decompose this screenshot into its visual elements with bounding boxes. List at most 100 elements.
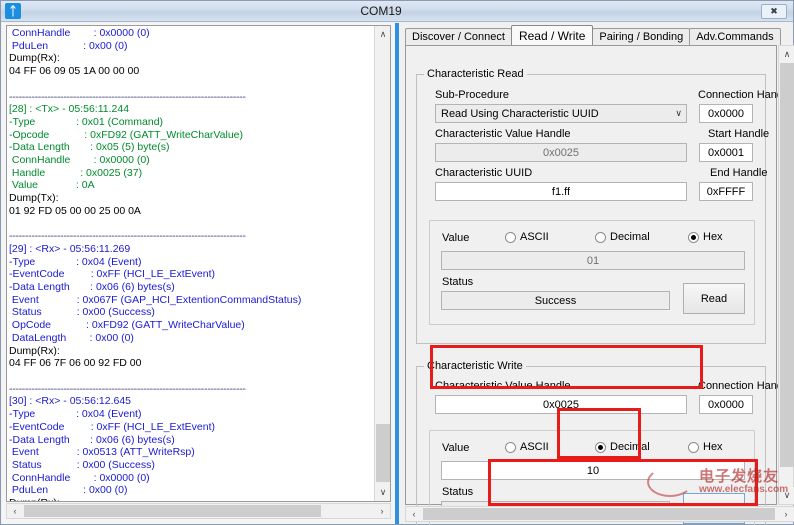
log-vertical-scrollbar[interactable]: ∧ ∨: [374, 26, 390, 501]
read-radio-decimal[interactable]: Decimal: [595, 231, 650, 243]
panel-vertical-scrollbar[interactable]: ∧ ∨: [778, 45, 794, 505]
start-handle-field[interactable]: 0x0001: [699, 143, 753, 162]
log-line: [9, 370, 373, 383]
log-line: Dump(Rx):: [9, 52, 373, 65]
write-status-label: Status: [442, 486, 473, 498]
log-line: PduLen : 0x00 (0): [9, 484, 373, 497]
log-line: [28] : <Tx> - 05:56:11.244: [9, 103, 373, 116]
control-panel: Discover / Connect Read / Write Pairing …: [400, 23, 793, 524]
write-radio-hex[interactable]: Hex: [688, 441, 723, 453]
watermark-url: www.elecfans.com: [699, 484, 788, 495]
read-radio-hex-label: Hex: [703, 231, 723, 243]
panel-splitter[interactable]: [395, 23, 399, 524]
write-char-value-handle-label: Characteristic Value Handle: [435, 380, 571, 392]
read-char-value-handle-field[interactable]: 0x0025: [435, 143, 687, 162]
tab-read-write[interactable]: Read / Write: [511, 25, 593, 45]
read-value-status-box: Value ASCII Decimal Hex 01 Status: [429, 220, 755, 325]
close-button[interactable]: ✖: [761, 4, 787, 19]
read-radio-ascii[interactable]: ASCII: [505, 231, 549, 243]
log-line: -Opcode : 0xFD92 (GATT_WriteCharValue): [9, 129, 373, 142]
sub-procedure-combobox[interactable]: Read Using Characteristic UUID ∨: [435, 104, 687, 123]
log-line: 04 FF 06 09 05 1A 00 00 00: [9, 65, 373, 78]
scroll-right-icon[interactable]: ›: [374, 504, 390, 518]
characteristic-read-title: Characteristic Read: [424, 68, 527, 80]
log-line: [9, 218, 373, 231]
log-line: Value : 0A: [9, 179, 373, 192]
watermark-logo-icon: [647, 467, 693, 497]
watermark-text: 电子发烧友: [699, 465, 779, 486]
read-value-label: Value: [442, 232, 469, 244]
tab-pairing-bonding[interactable]: Pairing / Bonding: [592, 28, 690, 45]
tab-strip: Discover / Connect Read / Write Pairing …: [405, 26, 780, 45]
read-status-field: Success: [441, 291, 670, 310]
read-button[interactable]: Read: [683, 283, 745, 314]
log-vscroll-thumb[interactable]: [376, 424, 390, 482]
write-radio-decimal[interactable]: Decimal: [595, 441, 650, 453]
scroll-up-icon[interactable]: ∧: [375, 26, 391, 43]
site-watermark: 电子发烧友 www.elecfans.com: [641, 457, 791, 519]
read-radio-decimal-label: Decimal: [610, 231, 650, 243]
scroll-up-icon[interactable]: ∧: [779, 46, 794, 63]
log-line: -Type : 0x01 (Command): [9, 116, 373, 129]
window-title: COM19: [1, 4, 761, 18]
read-radio-hex[interactable]: Hex: [688, 231, 723, 243]
write-radio-ascii-label: ASCII: [520, 441, 549, 453]
scroll-left-icon[interactable]: ‹: [406, 507, 422, 521]
log-line: Dump(Tx):: [9, 192, 373, 205]
log-line: DataLength : 0x00 (0): [9, 332, 373, 345]
read-radio-ascii-label: ASCII: [520, 231, 549, 243]
chevron-down-icon: ∨: [675, 108, 682, 119]
log-line: -EventCode : 0xFF (HCI_LE_ExtEvent): [9, 421, 373, 434]
char-uuid-label: Characteristic UUID: [435, 167, 532, 179]
log-line: ----------------------------------------…: [9, 383, 373, 396]
radio-dot-icon: [688, 442, 699, 453]
write-radio-ascii[interactable]: ASCII: [505, 441, 549, 453]
read-status-label: Status: [442, 276, 473, 288]
tab-page-read-write: Characteristic Read Sub-Procedure Read U…: [405, 45, 777, 505]
log-horizontal-scrollbar[interactable]: ‹ ›: [6, 503, 391, 519]
write-char-value-handle-field[interactable]: 0x0025: [435, 395, 687, 414]
log-hscroll-thumb[interactable]: [24, 505, 321, 517]
read-char-value-handle-label: Characteristic Value Handle: [435, 128, 571, 140]
sub-procedure-value: Read Using Characteristic UUID: [441, 108, 599, 120]
write-value-label: Value: [442, 442, 469, 454]
radio-dot-icon: [688, 232, 699, 243]
radio-dot-icon: [505, 232, 516, 243]
start-handle-label: Start Handle: [708, 128, 769, 140]
log-line: ----------------------------------------…: [9, 91, 373, 104]
log-panel: ConnHandle : 0x0000 (0) PduLen : 0x00 (0…: [2, 23, 395, 524]
title-bar: ᛏ COM19 ✖: [1, 1, 793, 22]
application-window: ᛏ COM19 ✖ ConnHandle : 0x0000 (0) PduLen…: [0, 0, 794, 525]
write-radio-decimal-label: Decimal: [610, 441, 650, 453]
scroll-down-icon[interactable]: ∨: [375, 484, 391, 501]
log-line: ----------------------------------------…: [9, 230, 373, 243]
log-content: ConnHandle : 0x0000 (0) PduLen : 0x00 (0…: [9, 27, 373, 502]
log-line: 01 92 FD 05 00 00 25 00 0A: [9, 205, 373, 218]
log-textarea[interactable]: ConnHandle : 0x0000 (0) PduLen : 0x00 (0…: [6, 25, 391, 502]
scroll-left-icon[interactable]: ‹: [7, 504, 23, 518]
char-uuid-field[interactable]: f1.ff: [435, 182, 687, 201]
log-line: PduLen : 0x00 (0): [9, 40, 373, 53]
log-line: ConnHandle : 0x0000 (0): [9, 27, 373, 40]
characteristic-write-title: Characteristic Write: [424, 360, 526, 372]
read-connection-handle-field[interactable]: 0x0000: [699, 104, 753, 123]
read-value-field[interactable]: 01: [441, 251, 745, 270]
panel-vscroll-thumb[interactable]: [780, 63, 794, 467]
tab-discover-connect[interactable]: Discover / Connect: [405, 28, 512, 45]
write-connection-handle-field[interactable]: 0x0000: [699, 395, 753, 414]
end-handle-field[interactable]: 0xFFFF: [699, 182, 753, 201]
radio-dot-icon: [595, 442, 606, 453]
radio-dot-icon: [595, 232, 606, 243]
log-line: [9, 78, 373, 91]
sub-procedure-label: Sub-Procedure: [435, 89, 509, 101]
log-line: Event : 0x0513 (ATT_WriteRsp): [9, 446, 373, 459]
end-handle-label: End Handle: [710, 167, 768, 179]
log-line: Event : 0x067F (GAP_HCI_ExtentionCommand…: [9, 294, 373, 307]
log-line: -Type : 0x04 (Event): [9, 408, 373, 421]
tab-adv-commands[interactable]: Adv.Commands: [689, 28, 780, 45]
log-line: -EventCode : 0xFF (HCI_LE_ExtEvent): [9, 268, 373, 281]
log-line: Dump(Rx):: [9, 497, 373, 502]
write-radio-hex-label: Hex: [703, 441, 723, 453]
log-line: -Data Length : 0x06 (6) bytes(s): [9, 281, 373, 294]
log-line: -Type : 0x04 (Event): [9, 256, 373, 269]
